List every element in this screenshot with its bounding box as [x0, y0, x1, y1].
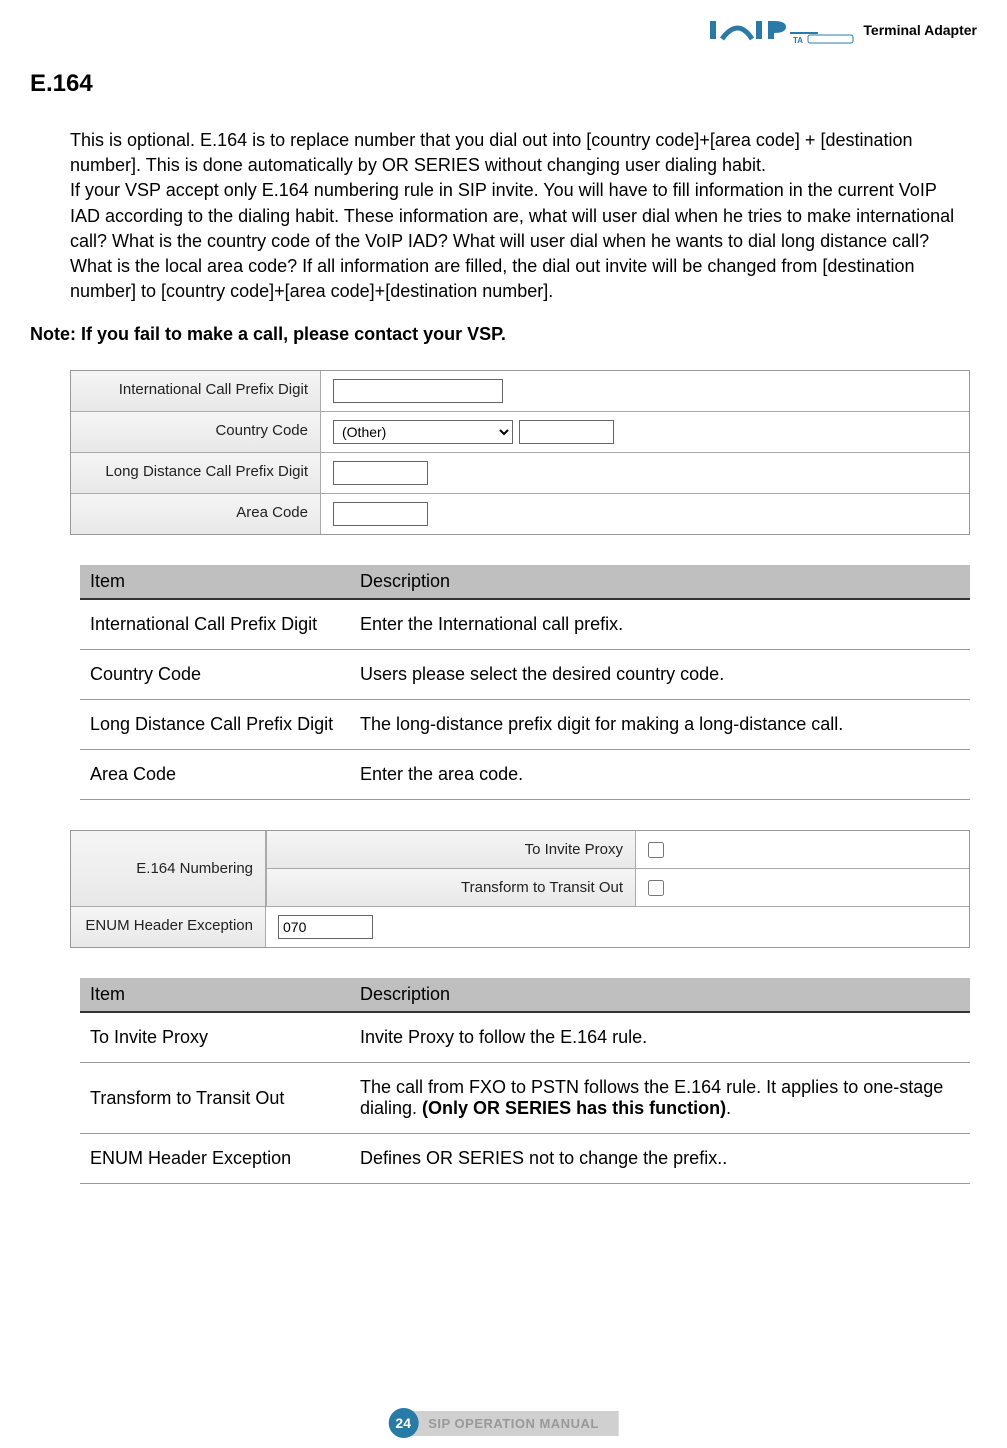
table1-row2-item: Long Distance Call Prefix Digit: [80, 700, 350, 750]
intro-paragraph-1: This is optional. E.164 is to replace nu…: [70, 128, 967, 304]
para2-text: If your VSP accept only E.164 numbering …: [70, 180, 954, 301]
area-code-input[interactable]: [333, 502, 428, 526]
e164-nested-rows: To Invite Proxy Transform to Transit Out: [266, 831, 969, 906]
page-footer: 24 SIP OPERATION MANUAL: [388, 1408, 619, 1438]
manual-title-label: SIP OPERATION MANUAL: [403, 1411, 619, 1436]
transform-label: Transform to Transit Out: [266, 869, 636, 906]
table-row: Area Code Enter the area code.: [80, 750, 970, 800]
description-table-1: Item Description International Call Pref…: [80, 565, 970, 800]
invite-proxy-cell: [636, 831, 969, 868]
country-code-extra-input[interactable]: [519, 420, 614, 444]
table-row: ENUM Header Exception Defines OR SERIES …: [80, 1134, 970, 1184]
description-table-2: Item Description To Invite Proxy Invite …: [80, 978, 970, 1184]
table1-row0-desc: Enter the International call prefix.: [350, 599, 970, 650]
country-code-select[interactable]: (Other): [333, 420, 513, 444]
table2-row0-item: To Invite Proxy: [80, 1012, 350, 1063]
table1-row1-item: Country Code: [80, 650, 350, 700]
enum-cell: [266, 907, 969, 947]
table1-row2-desc: The long-distance prefix digit for makin…: [350, 700, 970, 750]
e164-numbering-label: E.164 Numbering: [71, 831, 266, 906]
page-number-badge: 24: [388, 1408, 418, 1438]
table2-row1-desc-post: .: [726, 1098, 731, 1118]
table2-header-item: Item: [80, 978, 350, 1012]
table2-row2-item: ENUM Header Exception: [80, 1134, 350, 1184]
country-code-cell: (Other): [321, 412, 969, 452]
intl-prefix-label: International Call Prefix Digit: [71, 371, 321, 411]
nested-row-transform: Transform to Transit Out: [266, 869, 969, 906]
table-row: Transform to Transit Out The call from F…: [80, 1063, 970, 1134]
form-row-area-code: Area Code: [71, 494, 969, 534]
table1-row0-item: International Call Prefix Digit: [80, 599, 350, 650]
transform-checkbox[interactable]: [648, 880, 664, 896]
logo-suffix-text: Terminal Adapter: [863, 22, 977, 38]
nested-row-invite-proxy: To Invite Proxy: [266, 831, 969, 869]
form-row-country-code: Country Code (Other): [71, 412, 969, 453]
table1-header-desc: Description: [350, 565, 970, 599]
form-row-intl-prefix: International Call Prefix Digit: [71, 371, 969, 412]
table2-row1-item: Transform to Transit Out: [80, 1063, 350, 1134]
svg-text:TA: TA: [793, 36, 803, 45]
table2-row2-desc: Defines OR SERIES not to change the pref…: [350, 1134, 970, 1184]
table-row: To Invite Proxy Invite Proxy to follow t…: [80, 1012, 970, 1063]
form-row-enum: ENUM Header Exception: [71, 907, 969, 947]
table-row: International Call Prefix Digit Enter th…: [80, 599, 970, 650]
enum-input[interactable]: [278, 915, 373, 939]
invite-proxy-checkbox[interactable]: [648, 842, 664, 858]
table2-row1-desc-bold: (Only OR SERIES has this function): [422, 1098, 726, 1118]
table2-row0-desc: Invite Proxy to follow the E.164 rule.: [350, 1012, 970, 1063]
header-logo: TA Terminal Adapter: [708, 15, 977, 45]
intl-prefix-input[interactable]: [333, 379, 503, 403]
e164-settings-form: International Call Prefix Digit Country …: [70, 370, 970, 535]
table1-row3-item: Area Code: [80, 750, 350, 800]
area-code-cell: [321, 494, 969, 534]
table-row: Long Distance Call Prefix Digit The long…: [80, 700, 970, 750]
table1-row1-desc: Users please select the desired country …: [350, 650, 970, 700]
form-row-e164-numbering: E.164 Numbering To Invite Proxy Transfor…: [71, 831, 969, 907]
area-code-label: Area Code: [71, 494, 321, 534]
para1-text: This is optional. E.164 is to replace nu…: [70, 130, 913, 175]
table-row: Country Code Users please select the des…: [80, 650, 970, 700]
table2-header-desc: Description: [350, 978, 970, 1012]
table1-header-item: Item: [80, 565, 350, 599]
long-dist-label: Long Distance Call Prefix Digit: [71, 453, 321, 493]
e164-numbering-form: E.164 Numbering To Invite Proxy Transfor…: [70, 830, 970, 948]
long-dist-input[interactable]: [333, 461, 428, 485]
brand-logo-icon: TA: [708, 15, 858, 45]
table2-row1-desc: The call from FXO to PSTN follows the E.…: [350, 1063, 970, 1134]
section-heading: E.164: [30, 70, 977, 98]
note-paragraph: Note: If you fail to make a call, please…: [30, 324, 977, 345]
country-code-label: Country Code: [71, 412, 321, 452]
transform-cell: [636, 869, 969, 906]
enum-label: ENUM Header Exception: [71, 907, 266, 947]
intl-prefix-cell: [321, 371, 969, 411]
table1-row3-desc: Enter the area code.: [350, 750, 970, 800]
long-dist-cell: [321, 453, 969, 493]
invite-proxy-label: To Invite Proxy: [266, 831, 636, 868]
form-row-long-dist: Long Distance Call Prefix Digit: [71, 453, 969, 494]
